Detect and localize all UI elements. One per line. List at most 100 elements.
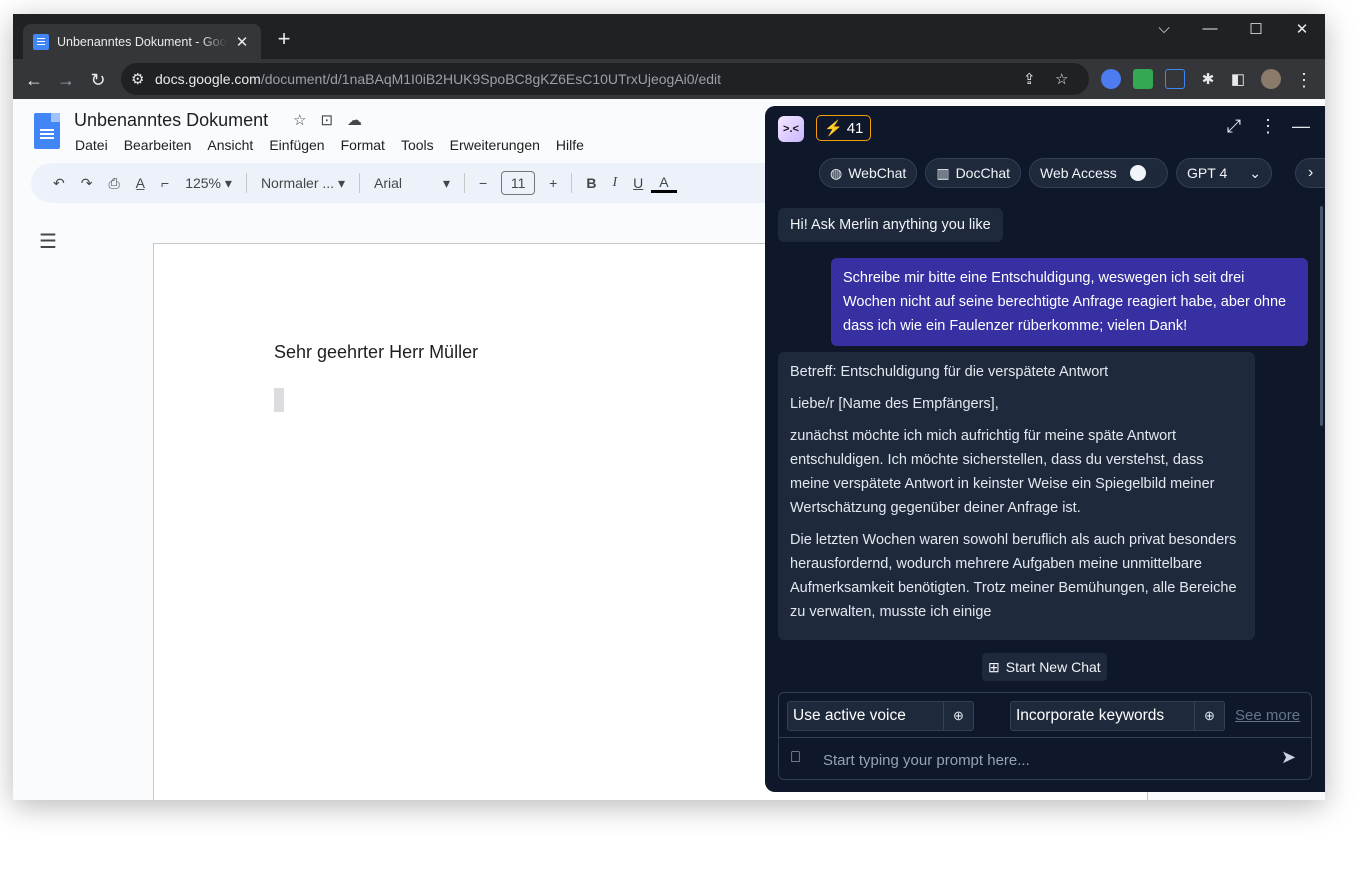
new-chat-icon: ⊞ [988, 658, 1000, 675]
spellcheck-icon[interactable]: A̲ [128, 175, 153, 191]
bookmark-star-icon[interactable]: ☆ [1055, 70, 1068, 88]
menu-format[interactable]: Format [341, 137, 385, 153]
document-outline-icon[interactable]: ☰ [39, 229, 57, 254]
web-access-chip[interactable]: Web Access [1029, 158, 1169, 188]
maximize-icon[interactable]: ☐ [1241, 20, 1271, 38]
documents-icon: ▥ [936, 164, 950, 181]
tab-strip: Unbenanntes Dokument - Google Docs ✕ + ⌵… [13, 14, 1325, 59]
site-info-icon[interactable]: ⚙ [131, 70, 144, 88]
menu-tools[interactable]: Tools [401, 137, 434, 153]
new-tab-button[interactable]: + [271, 27, 297, 51]
print-icon[interactable]: ⎙ [100, 175, 127, 192]
font-size-input[interactable]: 11 [501, 171, 536, 195]
text-color-icon[interactable]: A [651, 174, 677, 193]
browser-menu-icon[interactable]: ⋮ [1291, 67, 1317, 93]
start-new-chat-button[interactable]: ⊞ Start New Chat [982, 653, 1107, 681]
add-prompt-icon[interactable]: ⊕ [943, 702, 973, 730]
forward-icon[interactable]: → [53, 67, 79, 93]
toolbar-divider [463, 173, 465, 193]
url-text: docs.google.com/document/d/1naBAqM1I0iB2… [155, 71, 722, 87]
italic-icon[interactable]: I [604, 175, 625, 191]
see-more-link[interactable]: See more [1235, 707, 1300, 724]
extension-cls-icon[interactable] [1165, 69, 1185, 89]
menu-datei[interactable]: Datei [75, 137, 108, 153]
document-title[interactable]: Unbenanntes Dokument [74, 110, 268, 131]
style-dropdown-icon: ▾ [337, 174, 345, 191]
toolbar-divider [358, 173, 360, 193]
expand-icon[interactable]: ⤢ [1222, 116, 1246, 137]
menu-bearbeiten[interactable]: Bearbeiten [124, 137, 192, 153]
menu-hilfe[interactable]: Hilfe [556, 137, 584, 153]
increase-font-size-icon[interactable]: + [541, 175, 565, 191]
menu-einfuegen[interactable]: Einfügen [269, 137, 324, 153]
send-icon[interactable]: ➤ [1281, 747, 1296, 768]
toolbar-divider [571, 173, 573, 193]
suggestion-label: Use active voice [793, 707, 906, 724]
credits-count: 41 [846, 119, 864, 137]
webchat-chip[interactable]: ◍ WebChat [819, 158, 918, 188]
redo-icon[interactable]: ↷ [73, 175, 101, 192]
web-access-toggle[interactable] [1128, 165, 1158, 181]
chat-messages: Hi! Ask Merlin anything you like Schreib… [765, 198, 1325, 650]
style-select[interactable]: Normaler ... ▾ [253, 175, 353, 192]
chat-scrollbar[interactable] [1320, 206, 1323, 426]
document-body-text[interactable]: Sehr geehrter Herr Müller [274, 342, 478, 363]
extension-green-icon[interactable] [1133, 69, 1153, 89]
browser-tab[interactable]: Unbenanntes Dokument - Google Docs ✕ [23, 24, 261, 59]
menu-erweiterungen[interactable]: Erweiterungen [450, 137, 540, 153]
chevron-down-icon: ⌄ [1249, 164, 1262, 181]
back-icon[interactable]: ← [21, 67, 47, 93]
decrease-font-size-icon[interactable]: − [471, 175, 495, 191]
mode-chips: ◍ WebChat ▥ DocChat Web Access GPT 4 ⌄ [819, 158, 1273, 188]
merlin-panel: >.< ⚡ 41 ⤢ ⋮ — ◍ WebChat ▥ DocChat Web A… [765, 106, 1325, 792]
add-prompt-icon[interactable]: ⊕ [1194, 702, 1224, 730]
side-panel-icon[interactable]: ◧ [1225, 67, 1251, 93]
cloud-status-icon[interactable]: ☁ [347, 111, 362, 129]
bookmark-icon[interactable]: ⎕ [791, 749, 800, 766]
prompt-input[interactable] [823, 748, 1263, 772]
merlin-menu-icon[interactable]: ⋮ [1256, 116, 1280, 137]
globe-icon: ◍ [830, 164, 843, 181]
assistant-message: Betreff: Entschuldigung für die verspäte… [778, 352, 1255, 640]
font-dropdown-icon: ▾ [442, 174, 450, 191]
menu-ansicht[interactable]: Ansicht [207, 137, 253, 153]
menu-bar: Datei Bearbeiten Ansicht Einfügen Format… [75, 137, 584, 153]
close-window-icon[interactable]: ✕ [1287, 20, 1317, 38]
address-bar[interactable]: ⚙ docs.google.com/document/d/1naBAqM1I0i… [121, 63, 1089, 95]
extensions-puzzle-icon[interactable]: ✱ [1195, 67, 1221, 93]
reload-icon[interactable]: ↻ [85, 67, 111, 93]
font-select[interactable]: Arial ▾ [366, 175, 458, 192]
docchat-chip[interactable]: ▥ DocChat [925, 158, 1022, 188]
profile-avatar[interactable] [1261, 69, 1281, 89]
move-folder-icon[interactable]: ⊡ [320, 111, 333, 129]
minimize-panel-icon[interactable]: — [1289, 116, 1313, 137]
webchat-label: WebChat [848, 165, 907, 181]
bold-icon[interactable]: B [578, 175, 604, 191]
undo-icon[interactable]: ↶ [45, 175, 73, 192]
browser-toolbar: ← → ↻ ⚙ docs.google.com/document/d/1naBA… [13, 59, 1325, 99]
reply-paragraph: zunächst möchte ich mich aufrichtig für … [790, 428, 1215, 516]
reply-salutation: Liebe/r [Name des Empfängers], [790, 396, 999, 412]
share-icon[interactable]: ⇪ [1023, 70, 1036, 88]
tab-close-icon[interactable]: ✕ [233, 33, 251, 51]
star-icon[interactable]: ☆ [293, 111, 306, 129]
zoom-select[interactable]: 125% ▾ [177, 175, 240, 192]
credits-badge[interactable]: ⚡ 41 [816, 115, 872, 141]
paint-format-icon[interactable]: ⌐ [153, 175, 177, 191]
model-select[interactable]: GPT 4 ⌄ [1176, 158, 1273, 188]
suggestion-incorporate-keywords[interactable]: Incorporate keywords ⊕ [1010, 701, 1225, 731]
minimize-icon[interactable]: — [1195, 20, 1225, 37]
toolbar-divider [245, 173, 247, 193]
docs-favicon-icon [33, 33, 49, 50]
reply-subject: Betreff: Entschuldigung für die verspäte… [790, 364, 1109, 380]
tab-search-chevron-icon[interactable]: ⌵ [1149, 20, 1179, 37]
suggestion-active-voice[interactable]: Use active voice ⊕ [787, 701, 974, 731]
user-message: Schreibe mir bitte eine Entschuldigung, … [831, 258, 1308, 346]
chips-next-icon[interactable]: › [1295, 158, 1325, 188]
font-value: Arial [373, 174, 402, 191]
docs-logo-icon[interactable] [34, 113, 60, 149]
docchat-label: DocChat [955, 165, 1011, 181]
underline-icon[interactable]: U [625, 175, 651, 191]
extension-search-icon[interactable] [1101, 69, 1121, 89]
browser-window: Unbenanntes Dokument - Google Docs ✕ + ⌵… [13, 14, 1325, 800]
